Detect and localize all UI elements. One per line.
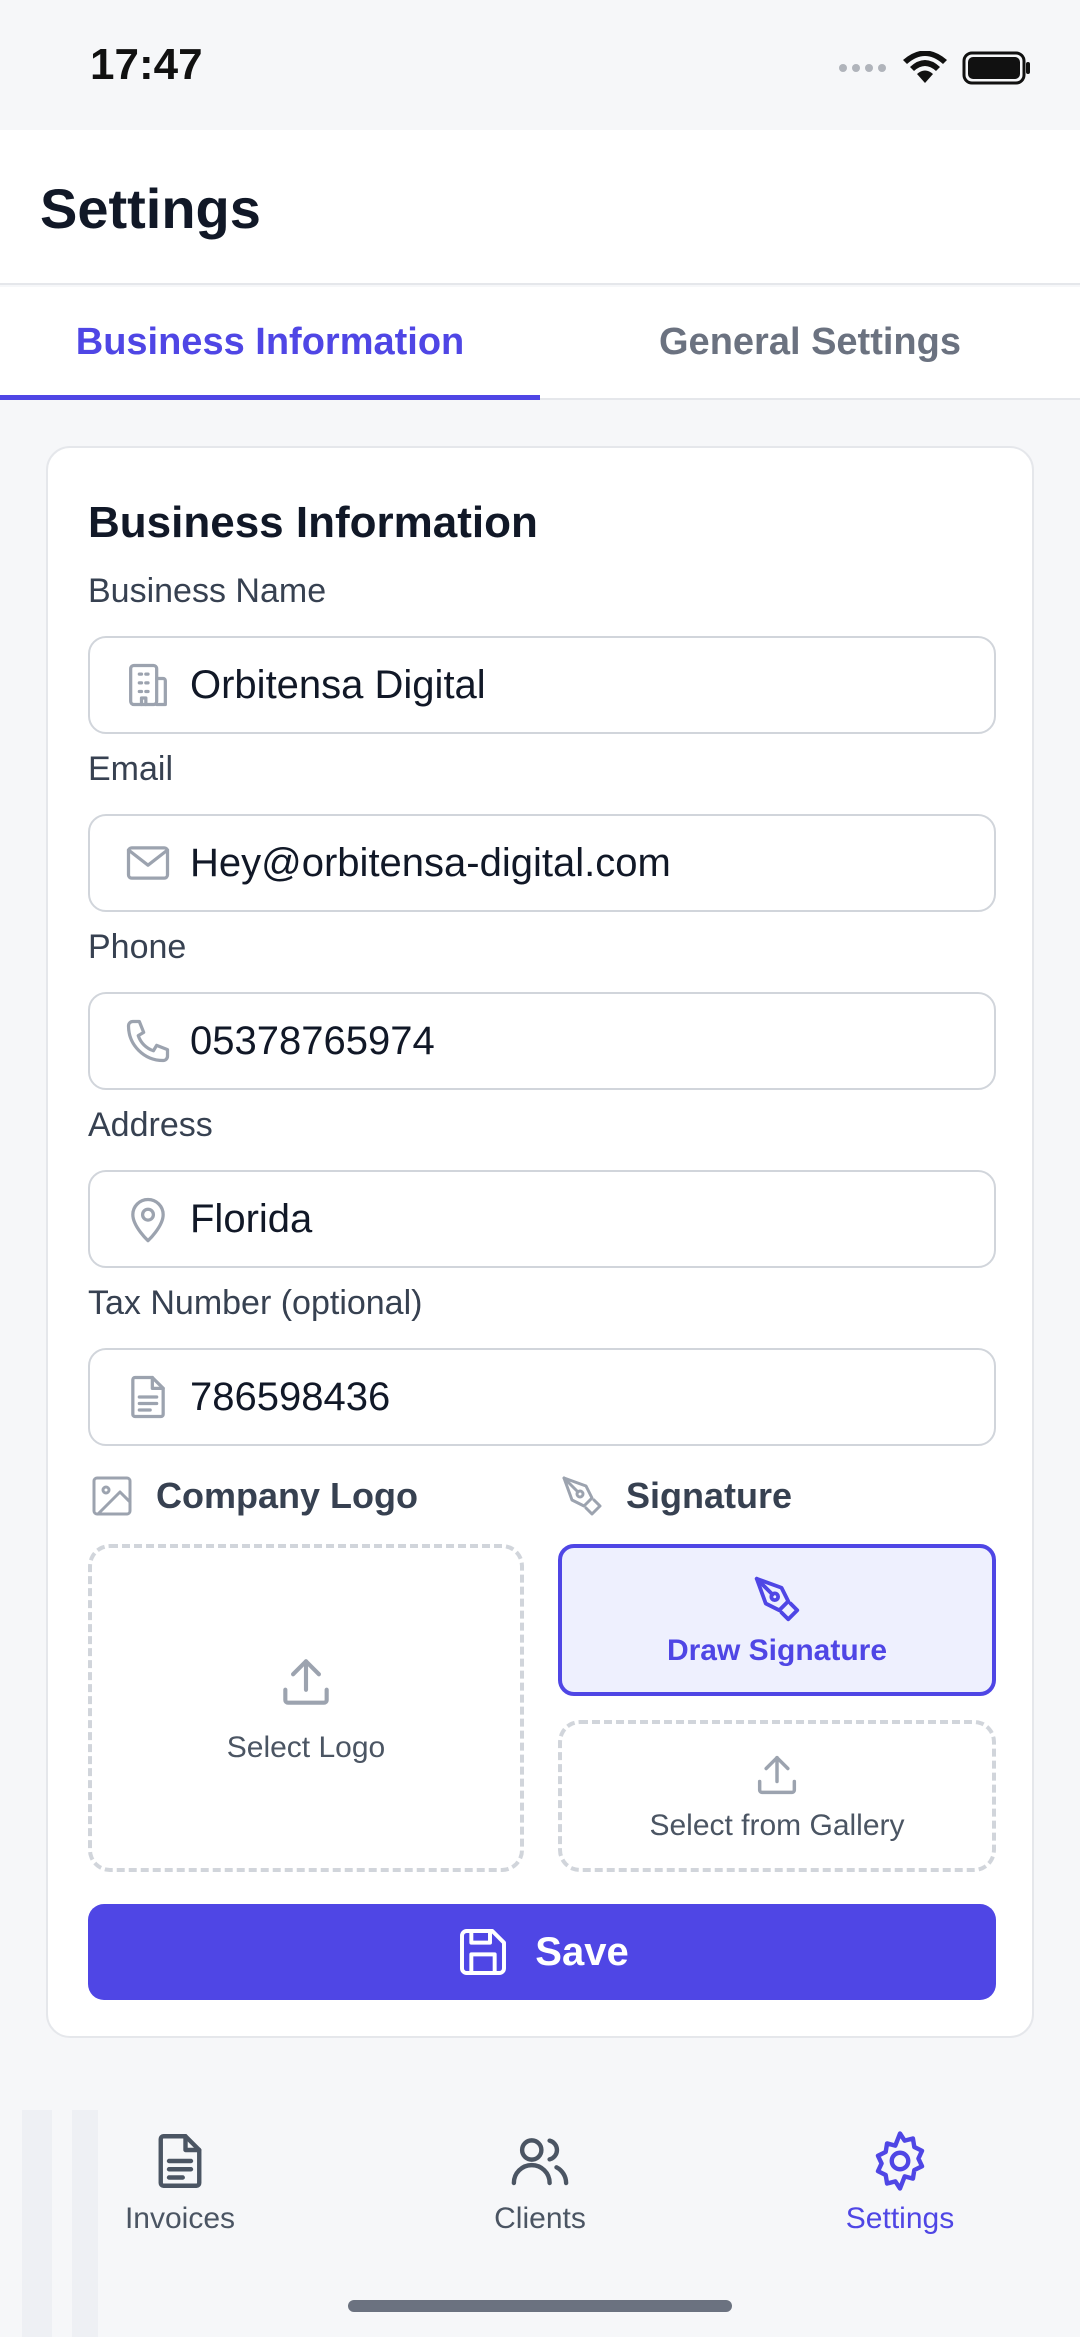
signal-icon (839, 64, 886, 72)
save-button[interactable]: Save (88, 1904, 996, 2000)
wifi-icon (903, 51, 947, 83)
save-icon (460, 1929, 507, 1975)
address-label: Address (88, 1106, 213, 1144)
upload-icon (283, 1659, 329, 1705)
image-icon (92, 1476, 132, 1516)
tab-business-information[interactable]: Business Information (0, 287, 540, 400)
section-title: Business Information (88, 498, 538, 547)
draw-signature-button[interactable]: Draw Signature (558, 1544, 996, 1696)
select-from-gallery-label: Select from Gallery (649, 1809, 905, 1842)
nav-invoices-label: Invoices (124, 2202, 236, 2235)
phone-input[interactable] (190, 1018, 970, 1064)
select-from-gallery-area[interactable]: Select from Gallery (558, 1720, 996, 1872)
status-bar: 17:47 (0, 0, 1080, 130)
nav-settings-label: Settings (845, 2202, 955, 2235)
draw-signature-label: Draw Signature (666, 1634, 888, 1667)
nav-settings[interactable]: Settings (780, 2128, 1020, 2258)
map-pin-icon (118, 1189, 178, 1249)
select-logo-label: Select Logo (226, 1731, 386, 1764)
tax-number-label: Tax Number (optional) (88, 1284, 423, 1322)
tab-bar: Business Information General Settings (0, 287, 1080, 400)
nav-clients[interactable]: Clients (420, 2128, 660, 2258)
email-field[interactable] (88, 814, 996, 912)
email-label: Email (88, 750, 174, 788)
phone-label: Phone (88, 928, 187, 966)
signature-heading: Signature (558, 1472, 792, 1520)
mail-icon (118, 833, 178, 893)
select-logo-area[interactable]: Select Logo (88, 1544, 524, 1872)
save-label: Save (535, 1929, 629, 1974)
tax-number-field[interactable] (88, 1348, 996, 1446)
battery-icon (962, 51, 1030, 85)
home-indicator (348, 2300, 732, 2312)
business-name-field[interactable] (88, 636, 996, 734)
pen-tool-icon (562, 1476, 602, 1516)
signature-label: Signature (626, 1475, 793, 1516)
phone-icon (118, 1011, 178, 1071)
upload-icon (757, 1755, 797, 1795)
status-icons (838, 48, 1032, 88)
company-logo-heading: Company Logo (88, 1472, 418, 1520)
header: Settings (0, 130, 1080, 285)
address-field[interactable] (88, 1170, 996, 1268)
status-time: 17:47 (90, 40, 203, 89)
nav-clients-label: Clients (494, 2202, 586, 2235)
pen-tool-icon (754, 1576, 800, 1622)
business-name-label: Business Name (88, 572, 327, 610)
business-name-input[interactable] (190, 662, 970, 708)
gear-icon (875, 2131, 925, 2191)
page-title: Settings (40, 177, 261, 240)
users-icon (511, 2138, 569, 2186)
tax-number-input[interactable] (190, 1374, 970, 1420)
document-icon (118, 1367, 178, 1427)
building-icon (118, 655, 178, 715)
business-info-card: Business Information Business Name Email… (46, 446, 1034, 2038)
email-input[interactable] (190, 840, 970, 886)
phone-field[interactable] (88, 992, 996, 1090)
document-icon (158, 2134, 202, 2188)
address-input[interactable] (190, 1196, 970, 1242)
nav-invoices[interactable]: Invoices (60, 2128, 300, 2258)
tab-general-settings[interactable]: General Settings (540, 287, 1080, 398)
company-logo-label: Company Logo (156, 1475, 418, 1516)
